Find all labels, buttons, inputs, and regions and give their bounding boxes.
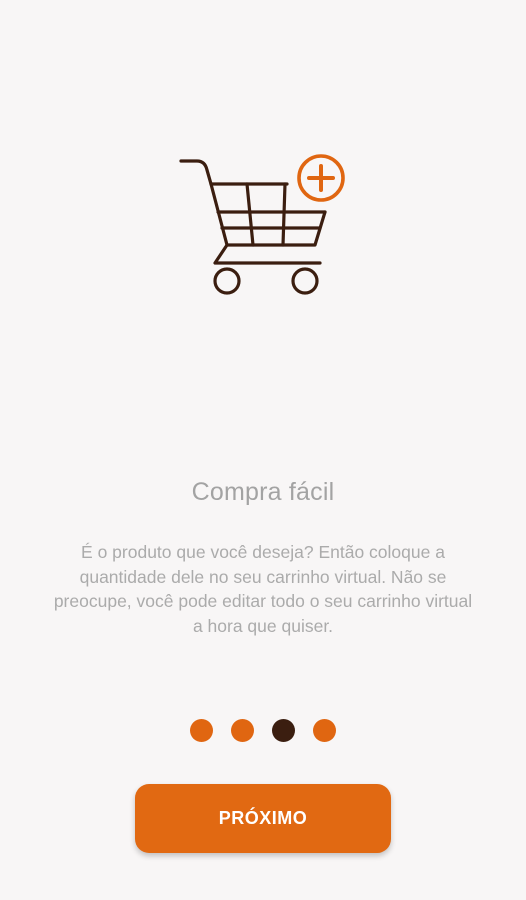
- onboarding-title: Compra fácil: [191, 478, 335, 506]
- onboarding-description: É o produto que você deseja? Então coloq…: [53, 542, 473, 636]
- page-dot-4[interactable]: [313, 719, 336, 742]
- page-dot-2[interactable]: [231, 719, 254, 742]
- page-indicator: [0, 719, 526, 742]
- page-dot-3-active[interactable]: [272, 719, 295, 742]
- cart-add-icon: [179, 154, 345, 295]
- onboarding-screen: Compra fácil É o produto que você deseja…: [0, 0, 526, 900]
- page-dot-1[interactable]: [190, 719, 213, 742]
- next-button[interactable]: PRÓXIMO: [135, 784, 391, 853]
